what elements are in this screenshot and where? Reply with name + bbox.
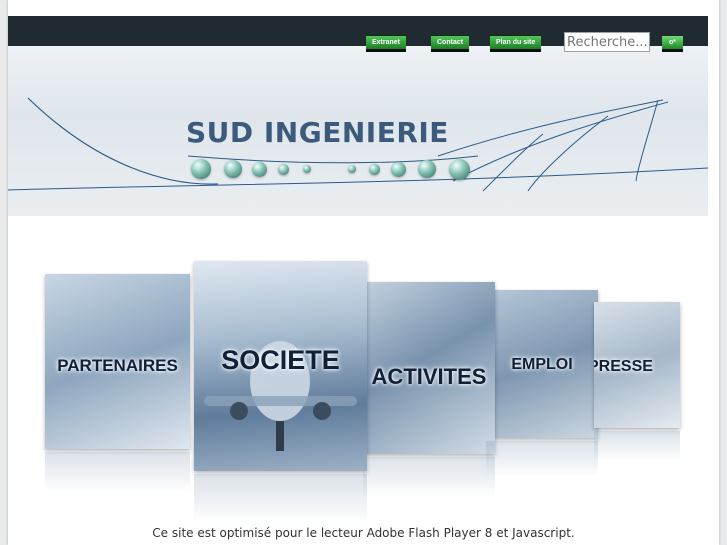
nav-contact[interactable]: Contact [431, 35, 470, 52]
logo-ball [252, 162, 267, 177]
logo-ball [391, 162, 406, 177]
panel-societe[interactable]: SOCIETE [194, 261, 367, 471]
panel-presse[interactable]: PRESSE [594, 302, 680, 428]
panel-reflection [594, 431, 680, 461]
panel-partenaires[interactable]: PARTENAIRES [45, 274, 190, 449]
panel-label: PRESSE [594, 358, 653, 375]
logo-ball [348, 165, 356, 173]
site-logo-text: SUD INGENIERIE [186, 116, 449, 149]
footer-notice: Ce site est optimisé pour le lecteur Ado… [152, 526, 575, 540]
panel-reflection [486, 441, 598, 477]
logo-ball [191, 159, 211, 179]
logo-ball [449, 159, 470, 180]
nav-site-map[interactable]: Plan du site [490, 35, 542, 52]
logo-ball [418, 160, 436, 178]
panel-label: EMPLOI [511, 356, 573, 373]
page-content: Extranet Contact Plan du site o* SUD ING… [8, 16, 708, 545]
search-button[interactable]: o* [662, 36, 683, 52]
panel-reflection [45, 452, 190, 492]
logo-ball [369, 164, 380, 175]
panel-reflection [363, 457, 495, 497]
search-input[interactable] [564, 32, 650, 52]
logo-ball [278, 164, 289, 175]
panel-activites[interactable]: ACTIVITES [363, 282, 495, 454]
nav-extranet[interactable]: Extranet [366, 35, 407, 52]
logo-ball [303, 165, 311, 173]
panel-label: PARTENAIRES [57, 356, 178, 375]
logo-ball [224, 160, 242, 178]
panel-label: SOCIETE [221, 345, 340, 375]
panel-reflection [194, 474, 367, 524]
panel-label: ACTIVITES [371, 364, 487, 389]
panel-emploi[interactable]: EMPLOI [486, 290, 598, 438]
